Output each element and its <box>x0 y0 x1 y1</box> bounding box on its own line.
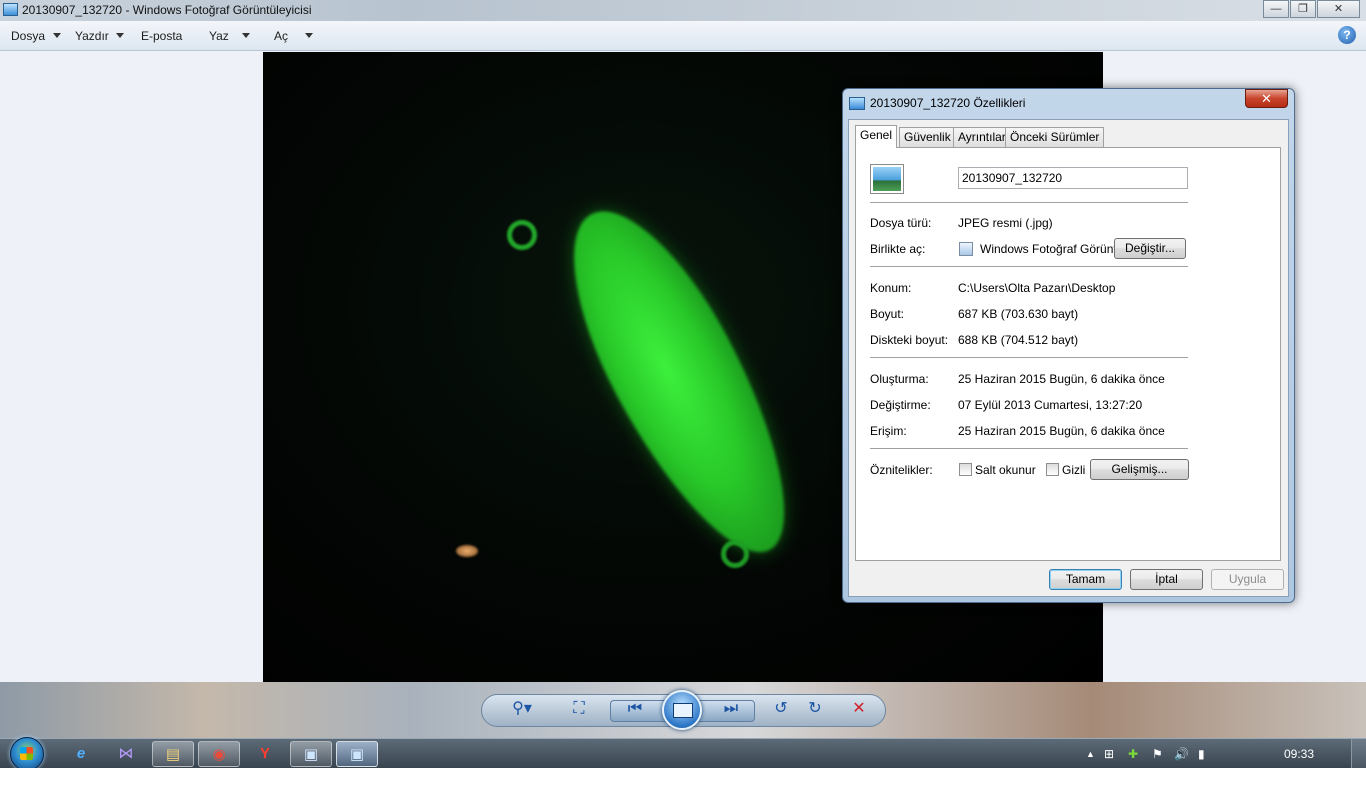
windows-logo-icon <box>20 747 33 760</box>
photo-viewer-icon[interactable]: ▣ <box>290 741 332 767</box>
separator <box>870 266 1188 267</box>
tab-security[interactable]: Güvenlik <box>899 127 956 147</box>
location-value: C:\Users\Olta Pazarı\Desktop <box>958 281 1116 295</box>
hidden-label[interactable]: Gizli <box>1062 463 1085 477</box>
photo-viewer-small-icon <box>959 242 973 256</box>
properties-window-icon[interactable]: ▣ <box>336 741 378 767</box>
visual-studio-icon[interactable]: ⋈ <box>105 741 147 767</box>
file-name-input[interactable] <box>958 167 1188 189</box>
modified-value: 07 Eylül 2013 Cumartesi, 13:27:20 <box>958 398 1143 412</box>
fit-window-icon[interactable]: ⛶ <box>564 694 594 724</box>
slideshow-icon <box>673 703 693 718</box>
network-signal-icon[interactable]: ▮ <box>1198 747 1205 761</box>
readonly-label[interactable]: Salt okunur <box>975 463 1036 477</box>
size-value: 687 KB (703.630 bayt) <box>958 307 1079 321</box>
volume-icon[interactable]: 🔊 <box>1174 747 1189 761</box>
separator <box>870 448 1188 449</box>
show-hidden-icons-icon[interactable]: ▲ <box>1086 749 1095 759</box>
ok-button[interactable]: Tamam <box>1049 569 1122 590</box>
disk-size-label: Diskteki boyut: <box>870 333 949 347</box>
file-type-label: Dosya türü: <box>870 216 932 230</box>
tab-general[interactable]: Genel <box>855 125 898 148</box>
rotate-left-icon[interactable]: ↺ <box>766 694 796 724</box>
dialog-body: Genel Güvenlik Ayrıntılar Önceki Sürümle… <box>848 119 1289 597</box>
close-button[interactable]: ✕ <box>1317 0 1360 18</box>
apply-button[interactable]: Uygula <box>1211 569 1284 590</box>
cancel-button[interactable]: İptal <box>1130 569 1203 590</box>
file-thumbnail <box>871 165 903 193</box>
change-button[interactable]: Değiştir... <box>1114 238 1186 259</box>
minimize-button[interactable]: — <box>1263 0 1289 18</box>
show-desktop-button[interactable] <box>1351 739 1366 769</box>
hidden-checkbox[interactable] <box>1046 463 1059 476</box>
menu-print[interactable]: Yazdır <box>75 29 109 43</box>
modified-label: Değiştirme: <box>870 398 931 412</box>
tab-details[interactable]: Ayrıntılar <box>953 127 1011 147</box>
disk-size-value: 688 KB (704.512 bayt) <box>958 333 1079 347</box>
viewer-controls-bar: ⚲▾ ⛶ ⏮ ⏭ ↺ ↻ ✕ <box>0 682 1366 738</box>
clock[interactable]: 09:33 <box>1284 747 1314 761</box>
separator <box>870 357 1188 358</box>
file-type-value: JPEG resmi (.jpg) <box>958 216 1053 230</box>
rotate-right-icon[interactable]: ↻ <box>800 694 830 724</box>
tab-previous-versions[interactable]: Önceki Sürümler <box>1005 127 1105 147</box>
chrome-icon[interactable]: ◉ <box>198 741 240 767</box>
internet-explorer-icon[interactable]: e <box>60 741 102 767</box>
window-title: 20130907_132720 - Windows Fotoğraf Görün… <box>22 3 312 17</box>
start-button[interactable] <box>10 737 44 771</box>
lure-eyelet-bottom <box>721 540 749 568</box>
network-app-icon[interactable]: ⊞ <box>1104 747 1114 761</box>
security-icon[interactable]: ✚ <box>1128 747 1138 761</box>
general-tab-panel: Dosya türü: JPEG resmi (.jpg) Birlikte a… <box>855 147 1281 561</box>
photo-viewer-app-icon <box>3 3 18 16</box>
accessed-label: Erişim: <box>870 424 907 438</box>
menu-burn[interactable]: Yaz <box>209 29 229 43</box>
screen-bottom-margin <box>0 768 1366 803</box>
glow-fishing-lure-image <box>536 184 825 580</box>
attributes-label: Öznitelikler: <box>870 463 933 477</box>
dialog-close-button[interactable]: ✕ <box>1245 89 1288 108</box>
open-with-label: Birlikte aç: <box>870 242 926 256</box>
yandex-icon[interactable]: Y <box>244 741 286 767</box>
dialog-title: 20130907_132720 Özellikleri <box>870 96 1026 110</box>
menu-open[interactable]: Aç <box>274 29 288 43</box>
previous-icon[interactable]: ⏮ <box>620 694 650 724</box>
window-titlebar[interactable]: 20130907_132720 - Windows Fotoğraf Görün… <box>0 0 1366 21</box>
separator <box>870 202 1188 203</box>
chevron-down-icon[interactable] <box>242 33 250 38</box>
action-center-icon[interactable]: ⚑ <box>1152 747 1163 761</box>
help-icon[interactable]: ? <box>1338 26 1356 44</box>
accessed-value: 25 Haziran 2015 Bugün, 6 dakika önce <box>958 424 1165 438</box>
menu-email[interactable]: E-posta <box>141 29 182 43</box>
properties-dialog: 20130907_132720 Özellikleri ✕ Genel Güve… <box>842 88 1295 603</box>
created-label: Oluşturma: <box>870 372 929 386</box>
chevron-down-icon[interactable] <box>305 33 313 38</box>
chevron-down-icon[interactable] <box>53 33 61 38</box>
size-label: Boyut: <box>870 307 905 321</box>
advanced-button[interactable]: Gelişmiş... <box>1090 459 1189 480</box>
menu-bar: Dosya Yazdır E-posta Yaz Aç ? <box>0 21 1366 51</box>
open-with-value: Windows Fotoğraf Görüntü <box>980 242 1124 256</box>
menu-file[interactable]: Dosya <box>11 29 45 43</box>
image-file-icon <box>849 97 865 110</box>
taskbar: e ⋈ ▤ ◉ Y ▣ ▣ ▲ ⊞ ✚ ⚑ 🔊 ▮ 09:33 <box>0 737 1366 771</box>
zoom-icon[interactable]: ⚲▾ <box>507 694 537 724</box>
file-explorer-icon[interactable]: ▤ <box>152 741 194 767</box>
created-value: 25 Haziran 2015 Bugün, 6 dakika önce <box>958 372 1165 386</box>
next-icon[interactable]: ⏭ <box>716 694 746 724</box>
light-spot <box>456 545 478 557</box>
chevron-down-icon[interactable] <box>116 33 124 38</box>
lure-eyelet-top <box>507 220 537 250</box>
slideshow-button[interactable] <box>662 690 702 730</box>
location-label: Konum: <box>870 281 912 295</box>
delete-icon[interactable]: ✕ <box>844 694 874 724</box>
maximize-button[interactable]: ❐ <box>1290 0 1316 18</box>
readonly-checkbox[interactable] <box>959 463 972 476</box>
